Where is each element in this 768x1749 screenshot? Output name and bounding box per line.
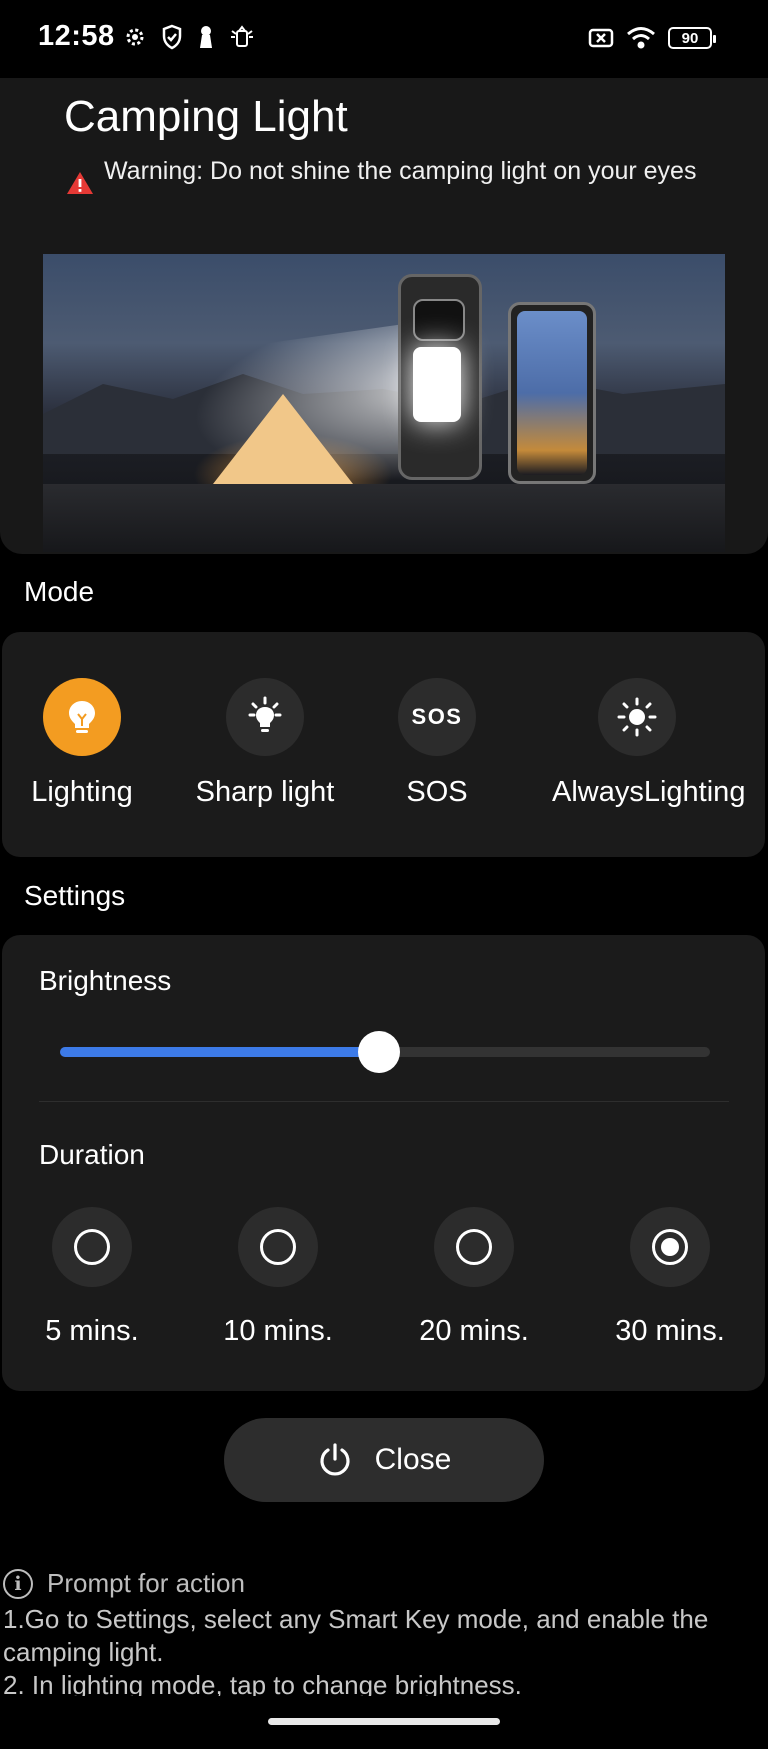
bright-bulb-icon [248,696,282,732]
radio-selected-icon [652,1229,688,1265]
warning-text: Warning: Do not shine the camping light … [104,157,697,185]
warning-message: Warning: Do not shine the camping light … [66,155,716,195]
phone-flash-graphic [413,347,461,422]
duration-label-30: 30 mins. [615,1315,725,1347]
duration-label-20: 20 mins. [419,1315,529,1347]
keyhole-icon [200,26,212,48]
page-title: Camping Light [64,92,348,141]
wifi-icon [627,27,655,49]
mode-lighting-label: Lighting [31,776,133,808]
status-icons-left [123,24,255,50]
prompt-content: i Prompt for action 1.Go to Settings, se… [3,1568,763,1696]
mode-lighting[interactable]: Lighting [0,678,167,809]
settings-card: Brightness Duration 5 mins. 10 mins. 20 … [2,935,765,1391]
duration-option-20[interactable]: 20 mins. [394,1207,554,1348]
info-icon: i [3,1568,33,1599]
phone-camera-graphic [413,299,465,341]
phone-front-graphic [508,302,596,484]
warning-icon [67,172,93,194]
duration-option-5[interactable]: 5 mins. [12,1207,172,1348]
brightness-slider-fill [60,1047,379,1057]
settings-section-label: Settings [24,880,126,911]
duration-option-10[interactable]: 10 mins. [198,1207,358,1348]
prompt-title: Prompt for action [47,1568,245,1598]
power-icon [320,1443,350,1476]
mode-always-lighting-label: AlwaysLighting [552,776,746,808]
mode-sos-label: SOS [406,776,468,808]
duration-radio-20[interactable] [434,1207,514,1287]
battery-level: 90 [681,29,699,47]
mode-card: Lighting Sharp light SOS SOS AlwaysLight… [2,632,765,857]
battery-icon: 90 [668,27,716,49]
brightness-label: Brightness [39,965,172,996]
duration-label: Duration [39,1139,145,1170]
duration-radio-10[interactable] [238,1207,318,1287]
tent-graphic [213,394,353,484]
duration-radio-30[interactable] [630,1207,710,1287]
duration-radio-5[interactable] [52,1207,132,1287]
hero-image [43,254,725,552]
mode-lighting-circle[interactable] [43,678,121,756]
settings-divider [39,1101,729,1102]
prompt-line-2: 2. In lighting mode, tap to change brigh… [3,1670,522,1696]
mode-sos[interactable]: SOS SOS [352,678,522,809]
duration-option-30[interactable]: 30 mins. [590,1207,750,1348]
lantern-icon [231,25,253,47]
status-icons-right: 90 [588,26,716,50]
mode-sos-circle[interactable]: SOS [398,678,476,756]
home-indicator[interactable] [268,1718,500,1725]
sun-icon [617,697,657,737]
prompt-line-1: 1.Go to Settings, select any Smart Key m… [3,1604,709,1667]
mode-always-lighting[interactable]: AlwaysLighting [552,678,746,809]
phone-back-graphic [398,274,482,480]
mode-sharp-light-circle[interactable] [226,678,304,756]
phone-screen-graphic [517,311,587,475]
brightness-slider[interactable] [60,1031,710,1073]
status-bar: 12:58 90 [0,0,768,78]
sim-off-icon [588,28,614,48]
close-button-label: Close [374,1443,452,1476]
shield-icon [162,24,182,50]
prompt-header: i Prompt for action [3,1568,763,1599]
mode-section-label: Mode [24,576,95,607]
rocks-graphic [43,484,725,552]
radio-icon [456,1229,492,1265]
mode-sharp-light[interactable]: Sharp light [180,678,350,809]
radio-icon [260,1229,296,1265]
duration-label-10: 10 mins. [223,1315,333,1347]
close-button[interactable]: Close [224,1418,544,1502]
duration-label-5: 5 mins. [45,1315,139,1347]
prompt-section: i Prompt for action 1.Go to Settings, se… [0,1568,768,1696]
brightness-slider-thumb[interactable] [357,1031,400,1073]
sos-icon: SOS [411,704,463,729]
bulb-icon [69,701,95,733]
mode-always-lighting-circle[interactable] [598,678,676,756]
radio-icon [74,1229,110,1265]
status-time: 12:58 [38,20,115,52]
settings-gear-icon [126,28,144,46]
mode-sharp-light-label: Sharp light [195,776,335,808]
